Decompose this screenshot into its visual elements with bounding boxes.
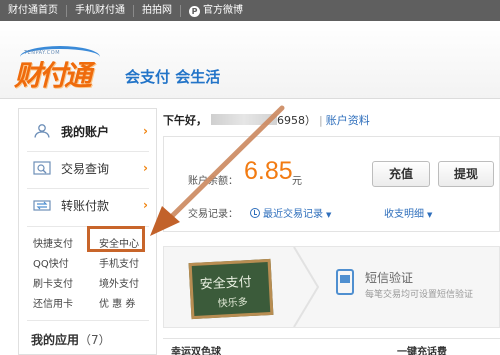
chalkboard-image: 安全支付 快乐多	[188, 258, 274, 320]
top-link-weibo-label: 官方微博	[203, 4, 243, 16]
site-header: TENPAY.COM 财付通 会支付 会生活	[0, 21, 500, 99]
clock-icon	[250, 208, 260, 218]
my-apps-heading[interactable]: 我的应用（7）	[31, 331, 111, 348]
weibo-icon: P	[189, 5, 200, 17]
balance-unit: 元	[292, 176, 302, 187]
bottom-promo-strip: 幸运双色球 一键充话费	[163, 338, 500, 355]
recent-transactions-dropdown[interactable]: 最近交易记录 ▼	[250, 205, 331, 220]
sidebar-item-transfer[interactable]: 转账付款 ›	[19, 187, 156, 223]
greeting-separator: |	[319, 114, 323, 127]
balance-amount: 6.85	[244, 157, 293, 185]
top-link-weibo[interactable]: P 官方微博	[181, 5, 251, 17]
caret-down-icon: ▼	[427, 211, 433, 219]
withdraw-button[interactable]: 提现	[438, 161, 494, 187]
my-apps-count: （7）	[79, 333, 111, 347]
transfer-icon	[33, 198, 51, 212]
my-apps-title: 我的应用	[31, 333, 80, 347]
recharge-button[interactable]: 充值	[372, 161, 430, 187]
chalkboard-line-2: 快乐多	[217, 297, 249, 310]
chevron-right-icon: ›	[143, 124, 148, 138]
quick-link-express-pay[interactable]: 快捷支付	[33, 235, 73, 250]
quick-link-qq-pay[interactable]: QQ快付	[33, 255, 69, 270]
greeting-account-suffix: 6958）	[277, 114, 316, 127]
quick-link-overseas-pay[interactable]: 境外支付	[99, 275, 139, 290]
account-profile-link[interactable]: 账户资料	[326, 114, 370, 127]
tenpay-logo[interactable]: 财付通	[14, 54, 92, 94]
transaction-label: 交易记录：	[188, 209, 238, 220]
recent-transactions-label: 最近交易记录	[263, 209, 323, 220]
quick-link-credit-card[interactable]: 还信用卡	[33, 295, 73, 310]
sms-verify-title: 短信验证	[365, 271, 414, 285]
annotation-highlight-box	[87, 226, 145, 252]
top-link-mobile[interactable]: 手机财付通	[67, 4, 134, 17]
sidebar-item-label: 转账付款	[61, 198, 110, 213]
caret-down-icon: ▼	[326, 211, 332, 219]
sidebar-item-my-account[interactable]: 我的账户 ›	[19, 113, 156, 149]
greeting-text: 下午好，	[163, 114, 207, 127]
sidebar-item-transactions[interactable]: 交易查询 ›	[19, 150, 156, 186]
banner-divider-chevron	[293, 247, 320, 327]
user-icon	[33, 124, 51, 138]
sidebar-item-label: 交易查询	[61, 161, 110, 176]
greeting-line: 下午好， 6958） | 账户资料	[163, 112, 370, 128]
quick-link-card-pay[interactable]: 刷卡支付	[33, 275, 73, 290]
income-expense-label: 收支明细	[384, 209, 424, 220]
header-slogan: 会支付 会生活	[125, 68, 221, 86]
phone-topup-link[interactable]: 一键充话费	[397, 343, 447, 355]
top-link-home[interactable]: 财付通首页	[0, 4, 67, 17]
top-link-paipai[interactable]: 拍拍网	[134, 4, 181, 17]
search-icon	[33, 161, 51, 175]
promo-banner[interactable]: 安全支付 快乐多 短信验证 每笔交易均可设置短信验证	[163, 246, 500, 328]
chevron-right-icon: ›	[143, 161, 148, 175]
lottery-link[interactable]: 幸运双色球	[171, 343, 221, 355]
income-expense-dropdown[interactable]: 收支明细 ▼	[384, 205, 432, 220]
masked-account-name	[211, 114, 277, 125]
sidebar-divider	[27, 320, 149, 321]
chevron-right-icon: ›	[143, 198, 148, 212]
phone-icon	[336, 269, 354, 295]
quick-link-coupons[interactable]: 优 惠 券	[99, 295, 135, 310]
quick-link-mobile-pay[interactable]: 手机支付	[99, 255, 139, 270]
top-nav-bar: 财付通首页 手机财付通 拍拍网 P 官方微博	[0, 0, 500, 21]
balance-label: 账户余额：	[188, 176, 238, 187]
account-panel: 账户余额： 6.85 元 充值 提现 交易记录： 最近交易记录 ▼ 收支明细 ▼	[163, 136, 500, 232]
chalkboard-line-1: 安全支付	[199, 274, 253, 293]
sidebar-item-label: 我的账户	[61, 124, 110, 139]
sms-verify-description: 每笔交易均可设置短信验证	[365, 290, 474, 300]
